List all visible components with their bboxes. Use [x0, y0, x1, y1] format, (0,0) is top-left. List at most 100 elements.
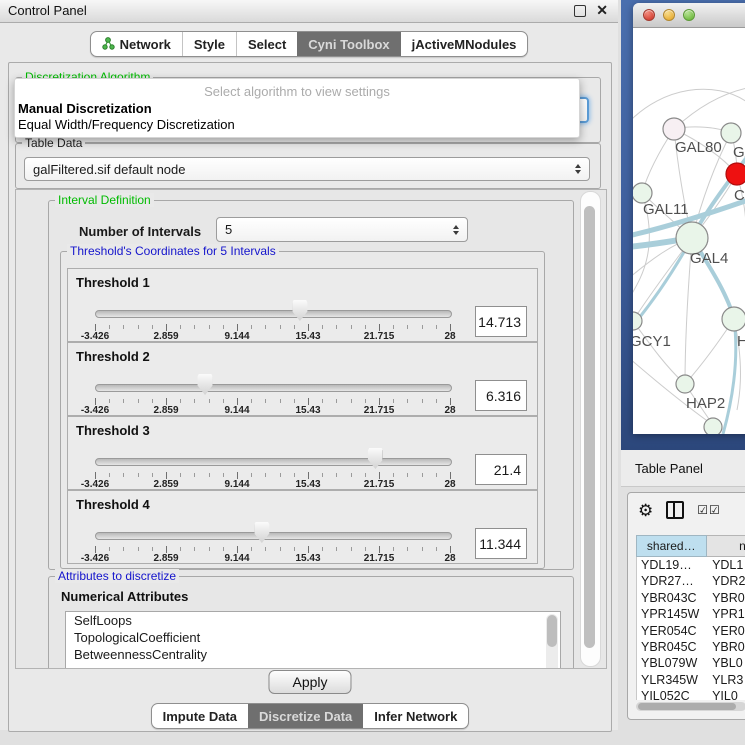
- apply-button[interactable]: Apply: [268, 670, 351, 694]
- column-header-name[interactable]: na: [707, 535, 745, 557]
- combo-spinner-icon: [575, 164, 581, 174]
- node-hap2[interactable]: [676, 375, 694, 393]
- tab-jactivemnodules[interactable]: jActiveMNodules: [401, 32, 528, 56]
- settings-vertical-scrollbar[interactable]: [580, 191, 601, 667]
- tab-network[interactable]: Network: [91, 32, 182, 56]
- node-label-ga: GA: [733, 144, 745, 161]
- list-item-betweennesscentrality[interactable]: BetweennessCentrality: [66, 646, 560, 663]
- table-row[interactable]: YIL052CYIL0: [637, 688, 745, 700]
- list-item-topologicalcoefficient[interactable]: TopologicalCoefficient: [66, 629, 560, 646]
- table-body: YDL19…YDL1 YDR27…YDR2 YBR043CYBR0 YPR145…: [636, 557, 745, 700]
- interval-definition-group: Interval Definition Number of Intervals …: [48, 200, 574, 570]
- threshold-4-row: Threshold 4 -3.4262.8599.14415.4321.7152…: [67, 490, 538, 564]
- numerical-attributes-heading: Numerical Attributes: [61, 589, 188, 604]
- tab-cyni-toolbox[interactable]: Cyni Toolbox: [297, 32, 400, 56]
- gear-icon[interactable]: ⚙: [638, 502, 653, 519]
- tab-discretize-data[interactable]: Discretize Data: [248, 704, 363, 728]
- float-window-icon[interactable]: [574, 5, 586, 17]
- top-tab-bar: Network Style Select Cyni Toolbox jActiv…: [0, 31, 618, 57]
- table-data-title: Table Data: [22, 136, 85, 150]
- threshold-3-value-field[interactable]: 21.4: [475, 454, 527, 485]
- algorithm-option-equal-width[interactable]: Equal Width/Frequency Discretization: [15, 117, 579, 133]
- node-table: shared… na YDL19…YDL1 YDR27…YDR2 YBR043C…: [636, 535, 745, 700]
- algorithm-option-manual[interactable]: Manual Discretization: [15, 101, 579, 117]
- interval-definition-title: Interval Definition: [55, 193, 154, 207]
- tab-impute-data[interactable]: Impute Data: [152, 704, 248, 728]
- minimize-traffic-light[interactable]: [663, 9, 675, 21]
- settings-scrollpane: Interval Definition Number of Intervals …: [15, 189, 607, 669]
- tab-network-label: Network: [120, 37, 171, 52]
- table-row[interactable]: YDR27…YDR2: [637, 573, 745, 589]
- attributes-group-title: Attributes to discretize: [55, 569, 179, 583]
- control-panel-window: Control Panel ✕ Network Style: [0, 0, 618, 730]
- threshold-4-slider-thumb[interactable]: [254, 522, 269, 543]
- slider-tick-labels: -3.4262.8599.14415.4321.71528: [95, 553, 450, 564]
- table-data-group: Table Data galFiltered.sif default node: [15, 143, 601, 189]
- table-panel-title: Table Panel: [635, 461, 703, 476]
- node-bottom-partial[interactable]: [704, 418, 722, 434]
- column-layout-icon[interactable]: [666, 501, 684, 519]
- table-panel: ⚙ ☑☑ shared… na YDL19…YDL1 YDR27…YDR2 YB…: [627, 492, 745, 720]
- threshold-4-value-field[interactable]: 11.344: [475, 528, 527, 559]
- table-header-row: shared… na: [636, 535, 745, 557]
- table-row[interactable]: YLR345WYLR3: [637, 672, 745, 688]
- column-header-shared[interactable]: shared…: [636, 535, 707, 557]
- cyni-toolbox-panel: Discretization Algorithm Select algorith…: [8, 62, 612, 732]
- threshold-1-slider-thumb[interactable]: [292, 300, 307, 321]
- threshold-2-slider-thumb[interactable]: [198, 374, 213, 395]
- close-traffic-light[interactable]: [643, 9, 655, 21]
- threshold-2-value-field[interactable]: 6.316: [475, 380, 527, 411]
- zoom-traffic-light[interactable]: [683, 9, 695, 21]
- network-window-titlebar: [633, 3, 745, 28]
- table-data-value: galFiltered.sif default node: [33, 162, 569, 177]
- node-label-gal4: GAL4: [690, 250, 728, 267]
- node-h[interactable]: [722, 307, 745, 331]
- threshold-1-value-field[interactable]: 14.713: [475, 306, 527, 337]
- list-item-selfloops[interactable]: SelfLoops: [66, 612, 560, 629]
- control-panel-titlebar: Control Panel ✕: [0, 0, 618, 23]
- network-canvas[interactable]: GAL80 GA C GAL11 GAL4 GCY1 H HAP2: [633, 28, 745, 434]
- threshold-3-row: Threshold 3 -3.4262.8599.14415.4321.7152…: [67, 416, 538, 490]
- node-label-h: H: [737, 333, 745, 350]
- table-row[interactable]: YDL19…YDL1: [637, 557, 745, 573]
- table-row[interactable]: YPR145WYPR1: [637, 606, 745, 622]
- node-label-c: C: [734, 187, 745, 204]
- screen: Control Panel ✕ Network Style: [0, 0, 745, 745]
- slider-tick-labels: -3.4262.8599.14415.4321.71528: [95, 405, 450, 416]
- node-gal11[interactable]: [633, 183, 652, 203]
- number-of-intervals-combobox[interactable]: 5: [216, 217, 468, 242]
- checkbox-icons[interactable]: ☑☑: [697, 503, 721, 517]
- number-of-intervals-label: Number of Intervals: [79, 224, 201, 239]
- desktop-background: GAL80 GA C GAL11 GAL4 GCY1 H HAP2: [621, 0, 745, 450]
- node-ga[interactable]: [721, 123, 741, 143]
- algorithm-popup-hint: Select algorithm to view settings: [15, 79, 579, 101]
- network-view-window: GAL80 GA C GAL11 GAL4 GCY1 H HAP2: [633, 3, 745, 433]
- thresholds-group: Threshold's Coordinates for 5 Intervals …: [60, 251, 545, 569]
- table-row[interactable]: YBL079WYBL0: [637, 655, 745, 671]
- bottom-tab-bar: Impute Data Discretize Data Infer Networ…: [9, 703, 611, 729]
- network-icon: [102, 37, 115, 51]
- tab-style[interactable]: Style: [182, 32, 236, 56]
- table-horizontal-scrollbar[interactable]: [636, 702, 745, 711]
- table-row[interactable]: YBR043CYBR0: [637, 590, 745, 606]
- tab-select[interactable]: Select: [236, 32, 297, 56]
- attributes-list-scrollbar[interactable]: [546, 614, 558, 669]
- table-panel-toolbar: ⚙ ☑☑: [638, 501, 721, 519]
- numerical-attributes-list: SelfLoops TopologicalCoefficient Between…: [65, 611, 561, 669]
- window-title: Control Panel: [8, 3, 87, 18]
- node-gal80[interactable]: [663, 118, 685, 140]
- close-icon[interactable]: ✕: [596, 2, 608, 19]
- node-label-hap2: HAP2: [686, 395, 725, 412]
- number-of-intervals-value: 5: [225, 222, 447, 237]
- table-row[interactable]: YBR045CYBR0: [637, 639, 745, 655]
- table-data-combobox[interactable]: galFiltered.sif default node: [24, 157, 590, 181]
- table-row[interactable]: YER054CYER0: [637, 623, 745, 639]
- tab-infer-network[interactable]: Infer Network: [363, 704, 468, 728]
- node-red[interactable]: [726, 163, 745, 185]
- threshold-3-slider-thumb[interactable]: [368, 448, 383, 469]
- node-label-gal80: GAL80: [675, 139, 722, 156]
- attributes-group: Attributes to discretize Numerical Attri…: [48, 576, 574, 669]
- node-label-gcy1: GCY1: [633, 333, 671, 350]
- combo-spinner-icon: [453, 225, 459, 235]
- slider-tick-labels: -3.4262.8599.14415.4321.71528: [95, 331, 450, 342]
